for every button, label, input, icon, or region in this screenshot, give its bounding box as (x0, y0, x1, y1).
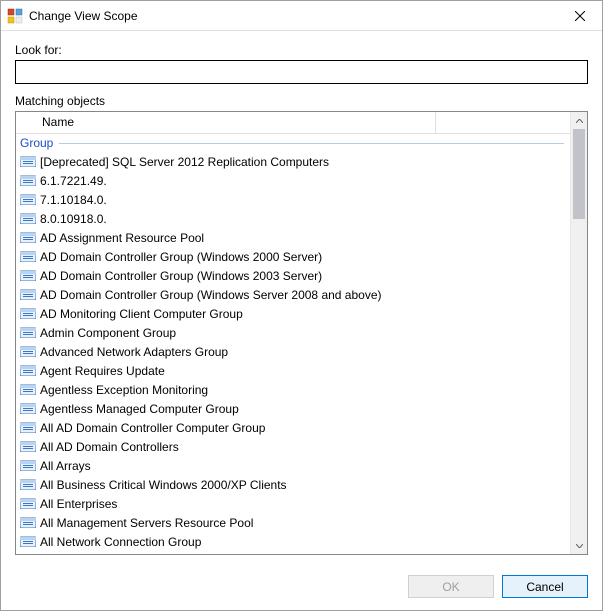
list-item-label: AD Domain Controller Group (Windows Serv… (40, 288, 382, 302)
list-item[interactable]: Agent Requires Update (16, 361, 570, 380)
list-item-label: Agentless Exception Monitoring (40, 383, 208, 397)
list-item-label: Agentless Managed Computer Group (40, 402, 239, 416)
list-item-label: All Enterprises (40, 497, 117, 511)
list-item[interactable]: Advanced Network Adapters Group (16, 342, 570, 361)
list-body: Group [Deprecated] SQL Server 2012 Repli… (16, 134, 570, 554)
scroll-track[interactable] (571, 129, 587, 537)
list-item[interactable]: All Network Connection Group (16, 532, 570, 551)
list-item-label: AD Monitoring Client Computer Group (40, 307, 243, 321)
dialog-body: Look for: Matching objects Name Group [D… (1, 31, 602, 565)
app-icon (7, 8, 23, 24)
ok-button: OK (408, 575, 494, 598)
group-icon (20, 478, 36, 492)
group-icon (20, 364, 36, 378)
list-item[interactable]: All Arrays (16, 456, 570, 475)
group-icon (20, 231, 36, 245)
group-icon (20, 459, 36, 473)
group-icon (20, 497, 36, 511)
list-item-label: AD Domain Controller Group (Windows 2000… (40, 250, 322, 264)
group-header-line (59, 143, 564, 144)
list-item[interactable]: [Deprecated] SQL Server 2012 Replication… (16, 152, 570, 171)
group-icon (20, 212, 36, 226)
vertical-scrollbar[interactable] (570, 112, 587, 554)
list-content: Name Group [Deprecated] SQL Server 2012 … (16, 112, 570, 554)
list-item-label: All AD Domain Controllers (40, 440, 179, 454)
list-item[interactable]: All Enterprises (16, 494, 570, 513)
list-item-label: All Business Critical Windows 2000/XP Cl… (40, 478, 287, 492)
group-header-row[interactable]: Group (16, 134, 570, 152)
group-icon (20, 307, 36, 321)
list-item[interactable]: Agentless Managed Computer Group (16, 399, 570, 418)
list-item-label: All Network Connection Group (40, 535, 201, 549)
dialog-window: Change View Scope Look for: Matching obj… (0, 0, 603, 611)
list-item-label: AD Domain Controller Group (Windows 2003… (40, 269, 322, 283)
list-item[interactable]: All AD Domain Controller Computer Group (16, 418, 570, 437)
list-item-label: 8.0.10918.0. (40, 212, 107, 226)
group-icon (20, 440, 36, 454)
matching-objects-list[interactable]: Name Group [Deprecated] SQL Server 2012 … (15, 111, 588, 555)
group-icon (20, 402, 36, 416)
list-item[interactable]: AD Monitoring Client Computer Group (16, 304, 570, 323)
column-gutter[interactable] (16, 112, 36, 133)
list-item[interactable]: All AD Domain Controllers (16, 437, 570, 456)
button-row: OK Cancel (1, 565, 602, 610)
scroll-thumb[interactable] (573, 129, 585, 219)
chevron-down-icon (576, 544, 583, 548)
list-item-label: 6.1.7221.49. (40, 174, 107, 188)
group-icon (20, 269, 36, 283)
look-for-label: Look for: (15, 43, 588, 57)
cancel-button[interactable]: Cancel (502, 575, 588, 598)
list-item[interactable]: AD Domain Controller Group (Windows 2003… (16, 266, 570, 285)
list-item-label: Admin Component Group (40, 326, 176, 340)
look-for-input[interactable] (15, 60, 588, 84)
close-button[interactable] (557, 1, 602, 31)
group-icon (20, 193, 36, 207)
list-item[interactable]: AD Assignment Resource Pool (16, 228, 570, 247)
list-item[interactable]: Admin Component Group (16, 323, 570, 342)
matching-objects-label: Matching objects (15, 94, 588, 108)
list-item-label: Agent Requires Update (40, 364, 165, 378)
group-icon (20, 174, 36, 188)
list-item[interactable]: AD Domain Controller Group (Windows Serv… (16, 285, 570, 304)
list-item[interactable]: All Management Servers Resource Pool (16, 513, 570, 532)
list-header: Name (16, 112, 570, 134)
list-item-label: Advanced Network Adapters Group (40, 345, 228, 359)
column-spacer[interactable] (436, 112, 570, 133)
list-item-label: All Management Servers Resource Pool (40, 516, 253, 530)
list-item[interactable]: 8.0.10918.0. (16, 209, 570, 228)
scroll-up-button[interactable] (571, 112, 587, 129)
titlebar: Change View Scope (1, 1, 602, 31)
scroll-down-button[interactable] (571, 537, 587, 554)
list-item[interactable]: 7.1.10184.0. (16, 190, 570, 209)
list-item[interactable]: 6.1.7221.49. (16, 171, 570, 190)
list-item-label: All Arrays (40, 459, 91, 473)
group-icon (20, 535, 36, 549)
group-icon (20, 345, 36, 359)
group-icon (20, 288, 36, 302)
group-icon (20, 250, 36, 264)
list-item-label: 7.1.10184.0. (40, 193, 107, 207)
list-item[interactable]: AD Domain Controller Group (Windows 2000… (16, 247, 570, 266)
close-icon (575, 11, 585, 21)
window-title: Change View Scope (29, 9, 557, 23)
group-icon (20, 383, 36, 397)
group-icon (20, 155, 36, 169)
chevron-up-icon (576, 119, 583, 123)
column-name[interactable]: Name (36, 112, 436, 133)
list-item-label: All AD Domain Controller Computer Group (40, 421, 265, 435)
list-item[interactable]: Agentless Exception Monitoring (16, 380, 570, 399)
list-item[interactable]: All Business Critical Windows 2000/XP Cl… (16, 475, 570, 494)
group-icon (20, 421, 36, 435)
group-icon (20, 326, 36, 340)
group-icon (20, 516, 36, 530)
list-item-label: [Deprecated] SQL Server 2012 Replication… (40, 155, 329, 169)
list-item-label: AD Assignment Resource Pool (40, 231, 204, 245)
group-header-label: Group (20, 136, 53, 150)
